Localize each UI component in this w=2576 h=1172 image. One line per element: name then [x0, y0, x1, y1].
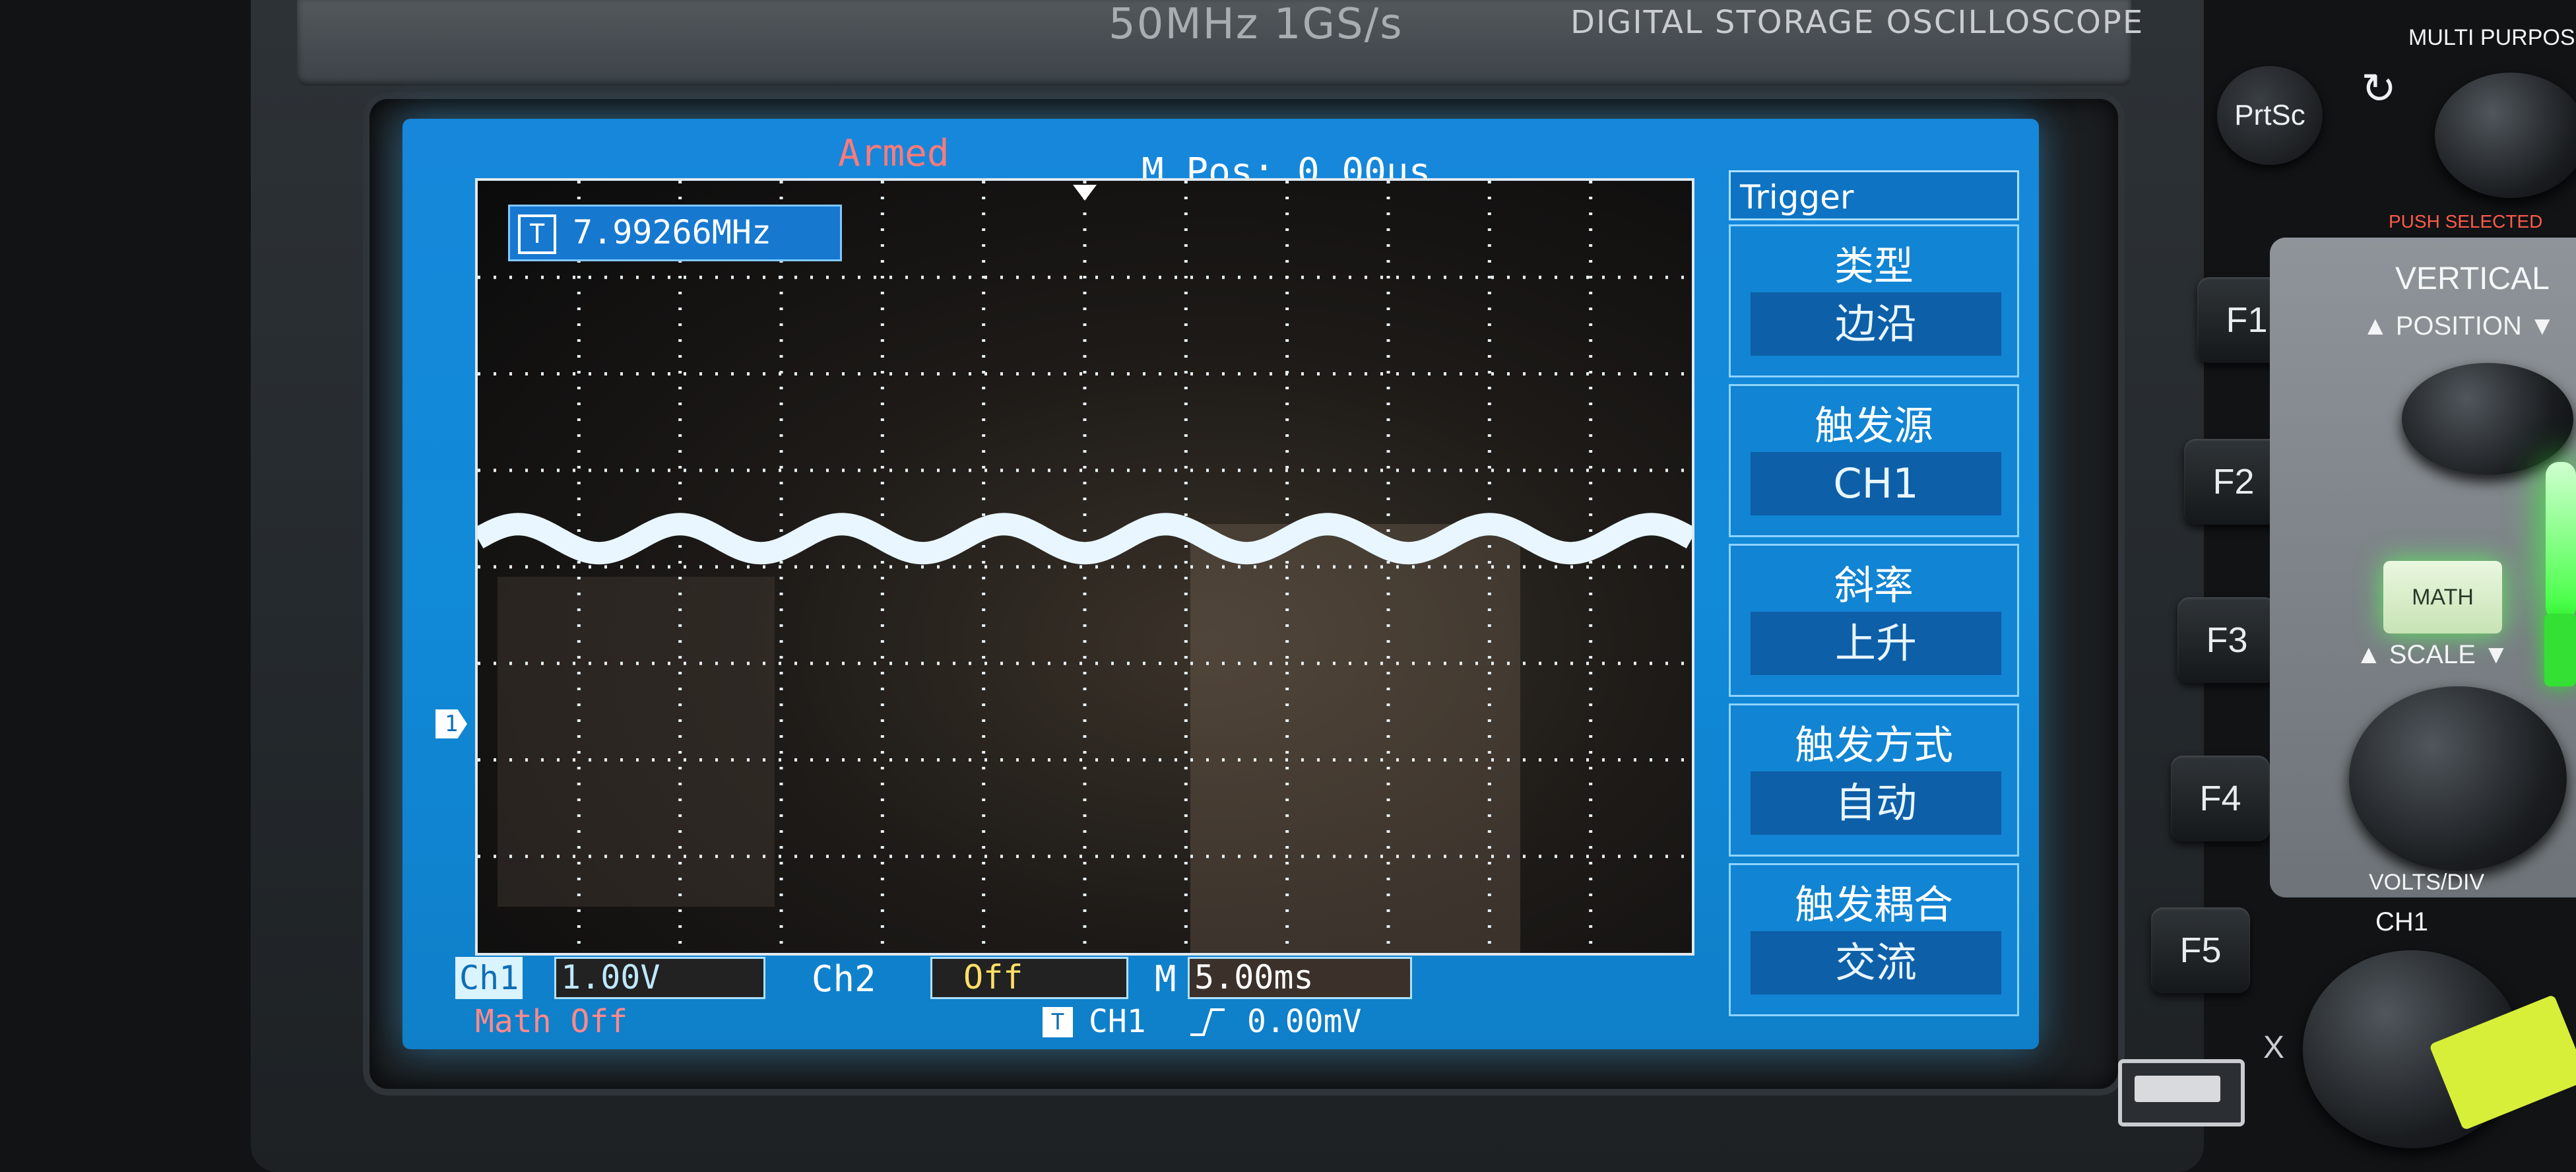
- channel-led: [2544, 614, 2576, 686]
- trigger-position-marker: [1073, 185, 1097, 201]
- f3-button[interactable]: F3: [2177, 597, 2276, 683]
- menu-item-slope[interactable]: 斜率 上升: [1729, 544, 2019, 697]
- ch1-ground-marker: 1: [435, 709, 467, 738]
- rising-edge-icon: [1190, 1008, 1225, 1036]
- lcd-screen: Armed M Pos: 0.00μs T 7.99266MHz 1 Trigg…: [402, 119, 2039, 1049]
- menu-item-mode[interactable]: 触发方式 自动: [1729, 703, 2019, 857]
- trigger-menu-title: Trigger: [1729, 170, 2019, 220]
- trigger-level-readout: 0.00mV: [1247, 1003, 1362, 1040]
- ch2-state-value: Off: [963, 958, 1023, 996]
- acquisition-status: Armed: [838, 132, 950, 175]
- ch2-label: Ch2: [812, 958, 876, 1000]
- waveform-display: [475, 178, 1694, 956]
- f4-button[interactable]: F4: [2171, 756, 2270, 841]
- f2-button[interactable]: F2: [2184, 439, 2283, 525]
- ch1-waveform-trace: [478, 513, 1692, 565]
- trigger-t-icon: T: [518, 214, 556, 254]
- volts-div-label: VOLTS/DIV: [2369, 870, 2485, 895]
- graticule-grid: [478, 181, 1692, 953]
- refresh-icon: ↻: [2361, 65, 2397, 114]
- ch1-label: Ch1: [455, 957, 523, 999]
- trigger-source-readout: CH1: [1089, 1003, 1146, 1040]
- menu-item-label: 触发方式: [1795, 723, 1953, 769]
- menu-item-value: CH1: [1751, 452, 2001, 515]
- menu-item-label: 斜率: [1834, 563, 1914, 609]
- menu-item-value: 交流: [1751, 931, 2001, 994]
- menu-item-label: 类型: [1834, 244, 1914, 290]
- push-selected-label: PUSH SELECTED: [2389, 211, 2543, 232]
- vertical-position-knob[interactable]: [2402, 363, 2573, 475]
- multi-purpose-knob[interactable]: [2435, 73, 2576, 198]
- status-led: [2546, 462, 2576, 620]
- trigger-t-icon: T: [1043, 1007, 1073, 1037]
- ch2-state-field: [930, 957, 1128, 999]
- menu-item-coupling[interactable]: 触发耦合 交流: [1729, 863, 2019, 1016]
- menu-item-type[interactable]: 类型 边沿: [1729, 224, 2019, 377]
- vertical-section-label: VERTICAL: [2395, 261, 2550, 296]
- volts-div-knob[interactable]: [2349, 686, 2567, 871]
- menu-item-label: 触发源: [1815, 403, 1933, 449]
- menu-item-source[interactable]: 触发源 CH1: [1729, 384, 2019, 537]
- math-status: Math Off: [475, 1003, 628, 1040]
- scale-label: ▲ SCALE ▼: [2356, 640, 2509, 669]
- math-button[interactable]: MATH: [2383, 561, 2502, 634]
- frequency-value: 7.99266MHz: [573, 213, 772, 251]
- menu-item-value: 上升: [1751, 612, 2001, 675]
- timebase-value: 5.00ms: [1194, 958, 1314, 996]
- menu-item-value: 边沿: [1751, 292, 2001, 356]
- ch1-input-label: CH1: [2375, 907, 2429, 936]
- menu-item-label: 触发耦合: [1795, 882, 1953, 928]
- f5-button[interactable]: F5: [2151, 907, 2250, 993]
- device-type-label: DIGITAL STORAGE OSCILLOSCOPE: [1570, 4, 2144, 41]
- status-bar: Ch1 1.00V Ch2 Off M 5.00ms Math Off T CH…: [455, 957, 1722, 1043]
- frequency-counter: T 7.99266MHz: [508, 205, 842, 261]
- ch1-scale-value: 1.00V: [561, 958, 660, 996]
- x-input-label: X: [2263, 1030, 2285, 1065]
- prtsc-button[interactable]: PrtSc: [2217, 66, 2323, 165]
- usb-port-tongue: [2135, 1076, 2220, 1102]
- multi-purpose-label: MULTI PURPOS: [2408, 25, 2575, 50]
- model-label: 50MHz 1GS/s: [1109, 0, 1403, 49]
- position-label: ▲ POSITION ▼: [2362, 311, 2556, 341]
- timebase-label: M: [1155, 958, 1176, 1000]
- menu-item-value: 自动: [1751, 771, 2001, 835]
